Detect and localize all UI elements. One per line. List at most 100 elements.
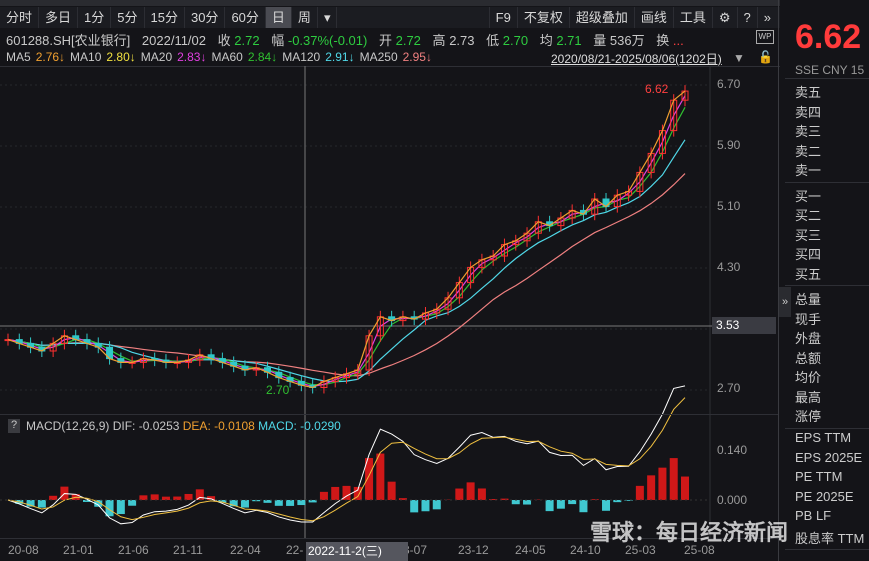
ma-value: 2.84↓ xyxy=(247,50,278,64)
macd-bar xyxy=(658,467,667,500)
period-tab[interactable]: 15分 xyxy=(145,7,185,28)
macd-bar xyxy=(139,495,148,500)
macd-help-icon[interactable]: ? xyxy=(8,419,20,433)
draw-button[interactable]: 画线 xyxy=(633,7,673,28)
panel-divider xyxy=(778,0,779,561)
ma-label: MA250 xyxy=(359,50,398,64)
close-value: 2.72 xyxy=(234,33,260,48)
period-tab[interactable]: 日 xyxy=(265,7,292,28)
price-tick: 6.70 xyxy=(717,77,741,91)
f9-button[interactable]: F9 xyxy=(488,7,517,28)
stats-row: 涨停 xyxy=(795,409,822,424)
macd-bar xyxy=(432,500,441,510)
price-tick: 2.70 xyxy=(717,381,741,395)
macd-bar xyxy=(466,482,475,500)
macd-bar xyxy=(184,493,193,500)
macd-bar xyxy=(602,500,611,511)
period-tab[interactable]: 多日 xyxy=(39,7,79,28)
vol-value: 536万 xyxy=(609,33,645,48)
ma-value: 2.83↓ xyxy=(177,50,207,64)
macd-bar xyxy=(410,500,419,513)
sell-row: 卖四 xyxy=(795,104,822,120)
fin-row: PE TTM xyxy=(795,469,843,484)
vol-label: 量 xyxy=(593,33,607,48)
period-tab[interactable]: 1分 xyxy=(78,7,112,28)
date-tick: 23-12 xyxy=(458,543,489,557)
fin-row: PB LF xyxy=(795,508,832,523)
lock-icon[interactable]: 🔓 xyxy=(758,50,773,64)
low-value: 2.70 xyxy=(502,33,529,48)
macd-bar xyxy=(568,500,577,505)
macd-bar xyxy=(455,488,464,500)
macd-bar xyxy=(511,500,520,505)
date-range[interactable]: 2020/08/21-2025/08/06(1202日) xyxy=(551,50,722,67)
macd-bar xyxy=(635,485,644,500)
macd-bar xyxy=(545,500,554,512)
macd-bar xyxy=(681,476,689,500)
macd-tick: 0.000 xyxy=(717,493,748,507)
divider xyxy=(785,78,869,79)
more-periods-icon[interactable]: ▾ xyxy=(318,7,338,28)
macd-dea: DEA: -0.0108 xyxy=(182,419,255,433)
ma-label: MA5 xyxy=(6,50,31,64)
settings-icon[interactable]: ⚙ xyxy=(711,7,737,28)
stats-row: 总额 xyxy=(795,350,822,366)
chart-canvas[interactable] xyxy=(0,66,778,561)
stats-row: 均价 xyxy=(795,370,822,385)
macd-bar xyxy=(161,496,170,500)
overlay-button[interactable]: 超级叠加 xyxy=(568,7,634,28)
last-price: 6.62 xyxy=(795,18,862,56)
buy-row: 买五 xyxy=(795,266,822,282)
high-annotation: 6.62 xyxy=(645,82,669,96)
divider xyxy=(0,414,778,415)
macd-tick: 0.140 xyxy=(717,443,748,457)
macd-bar xyxy=(556,500,565,509)
period-tab[interactable]: 5分 xyxy=(111,7,145,28)
help-icon[interactable]: ? xyxy=(736,7,757,28)
macd-bar xyxy=(128,500,137,506)
exchange-info: SSE CNY 15 xyxy=(795,63,865,77)
stats-row: 总量 xyxy=(795,292,822,307)
buy-row: 买四 xyxy=(795,247,822,262)
adjust-button[interactable]: 不复权 xyxy=(516,7,569,28)
macd-bar xyxy=(319,491,328,500)
ma-legend: MA5 2.76↓ MA10 2.80↓ MA20 2.83↓ MA60 2.84↓ MA120… xyxy=(6,50,437,64)
stats-row: 外盘 xyxy=(795,331,822,346)
high-value: 2.73 xyxy=(449,33,475,48)
period-tab[interactable]: 周 xyxy=(292,7,318,28)
ma-label: MA60 xyxy=(211,50,243,64)
tool-menu: F9 不复权 超级叠加 画线 工具 ⚙ ? » xyxy=(488,7,777,28)
macd-bar xyxy=(37,500,46,508)
avg-value: 2.71 xyxy=(556,33,582,48)
expand-icon[interactable]: » xyxy=(756,7,777,28)
stats-row: 现手 xyxy=(795,311,822,327)
date-tick: 22- xyxy=(286,543,304,557)
turn-label: 换 xyxy=(656,33,670,48)
period-tab[interactable]: 30分 xyxy=(185,7,226,28)
collapse-panel-button[interactable]: » xyxy=(779,287,791,317)
fin-row: PE 2025E xyxy=(795,488,854,504)
chg-value: -0.37%(-0.01) xyxy=(287,33,368,48)
sell-row: 卖一 xyxy=(795,163,822,178)
ma-label: MA10 xyxy=(70,50,102,64)
period-tab[interactable]: 分时 xyxy=(0,7,40,28)
divider xyxy=(785,285,869,286)
ma-value: 2.80↓ xyxy=(106,50,136,64)
wp-icon[interactable]: WP xyxy=(756,30,774,44)
open-value: 2.72 xyxy=(395,33,421,48)
macd-bar xyxy=(150,494,159,500)
sell-row: 卖二 xyxy=(795,143,822,159)
divider xyxy=(785,181,869,183)
watermark: 雪球：每日经济新闻 xyxy=(590,520,789,545)
dropdown-icon[interactable]: ▼ xyxy=(733,51,745,65)
date-tick: 21-06 xyxy=(118,543,149,557)
fin-row: 股息率 TTM xyxy=(795,530,865,546)
stats-row: 最高 xyxy=(795,389,822,405)
macd-bar xyxy=(421,500,430,512)
period-tab[interactable]: 60分 xyxy=(225,7,266,28)
macd-value: MACD: -0.0290 xyxy=(258,419,341,433)
date-tick: 24-05 xyxy=(515,543,546,557)
tools-button[interactable]: 工具 xyxy=(672,7,712,28)
macd-bar xyxy=(195,489,204,500)
sell-row: 卖五 xyxy=(795,85,822,100)
